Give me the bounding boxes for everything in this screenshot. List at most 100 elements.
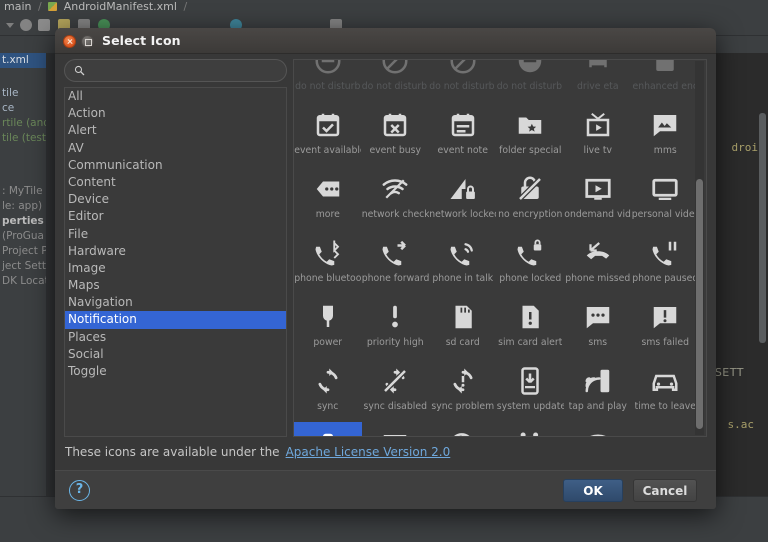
project-row[interactable]: Project P: [0, 244, 46, 259]
cancel-button[interactable]: Cancel: [633, 479, 697, 502]
system-update-icon: [513, 364, 547, 398]
category-item-av[interactable]: AV: [65, 140, 286, 157]
icon-cell-event-busy[interactable]: event busy: [362, 102, 430, 166]
icon-cell-wifi[interactable]: wifi: [564, 422, 632, 436]
dropdown-arrow-icon[interactable]: [6, 23, 14, 28]
icon-cell-no-encryption[interactable]: no encryption: [497, 166, 565, 230]
search-input[interactable]: [64, 59, 287, 82]
icon-cell-sd-card[interactable]: sd card: [429, 294, 497, 358]
project-row[interactable]: perties (: [0, 214, 46, 229]
icon-cell-drive-eta[interactable]: drive eta: [564, 60, 632, 102]
icon-cell-voice-chat[interactable]: voice chat: [362, 422, 430, 436]
sync-toolbar-icon[interactable]: [38, 19, 50, 31]
do-not-disturb-alt-icon: [378, 60, 412, 78]
close-icon[interactable]: [63, 35, 76, 48]
icon-cell-sync[interactable]: sync: [294, 358, 362, 422]
project-row[interactable]: t.xml: [0, 53, 46, 68]
project-row[interactable]: : MyTile: [0, 184, 46, 199]
editor-scrollbar[interactable]: [759, 113, 766, 343]
category-item-communication[interactable]: Communication: [65, 157, 286, 174]
category-item-social[interactable]: Social: [65, 346, 286, 363]
icon-cell-phone-missed[interactable]: phone missed: [564, 230, 632, 294]
category-item-hardware[interactable]: Hardware: [65, 243, 286, 260]
icon-cell-label: phone forward: [361, 273, 429, 284]
project-row[interactable]: ject Sett: [0, 259, 46, 274]
maximize-icon[interactable]: [81, 35, 94, 48]
project-row[interactable]: tile (test: [0, 131, 46, 146]
icon-cell-network-check[interactable]: network check: [362, 166, 430, 230]
breadcrumb-root[interactable]: main: [4, 0, 31, 13]
icon-cell-more[interactable]: more: [294, 166, 362, 230]
category-item-image[interactable]: Image: [65, 260, 286, 277]
wifi-icon: [581, 428, 615, 436]
icon-cell-do-not-disturb-on[interactable]: do not disturb on: [497, 60, 565, 102]
icon-cell-power[interactable]: power: [294, 294, 362, 358]
category-item-alert[interactable]: Alert: [65, 122, 286, 139]
icon-grid-panel[interactable]: do not disturb do not disturb alt do not…: [293, 59, 707, 437]
stop-icon[interactable]: [20, 19, 32, 31]
icon-cell-label: do not disturb off: [429, 81, 496, 92]
dialog-titlebar[interactable]: Select Icon: [55, 28, 716, 54]
icon-cell-phone-bluetooth[interactable]: phone bluetooth: [294, 230, 362, 294]
icon-cell-wc[interactable]: wc: [497, 422, 565, 436]
icon-cell-do-not-disturb-off[interactable]: do not disturb off: [429, 60, 497, 102]
mms-icon: [648, 108, 682, 142]
icon-cell-do-not-disturb[interactable]: do not disturb: [294, 60, 362, 102]
icon-cell-vpn-lock[interactable]: vpn lock: [429, 422, 497, 436]
icon-cell-personal-video[interactable]: personal video: [632, 166, 700, 230]
icon-cell-phone-locked[interactable]: phone locked: [497, 230, 565, 294]
help-icon[interactable]: ?: [69, 480, 90, 501]
ok-button[interactable]: OK: [563, 479, 623, 502]
icon-cell-sync-problem[interactable]: sync problem: [429, 358, 497, 422]
icon-cell-event-available[interactable]: event available: [294, 102, 362, 166]
icon-cell-sms[interactable]: sms: [564, 294, 632, 358]
icon-cell-phone-in-talk[interactable]: phone in talk: [429, 230, 497, 294]
category-item-all[interactable]: All: [65, 88, 286, 105]
project-row[interactable]: le: app): [0, 199, 46, 214]
icon-cell-phone-forward[interactable]: phone forward: [362, 230, 430, 294]
icon-cell-priority-high[interactable]: priority high: [362, 294, 430, 358]
icon-cell-sim-card-alert[interactable]: sim card alert: [497, 294, 565, 358]
icon-grid-scrollbar[interactable]: [695, 61, 704, 435]
category-item-file[interactable]: File: [65, 226, 286, 243]
category-item-maps[interactable]: Maps: [65, 277, 286, 294]
project-row[interactable]: (ProGua: [0, 229, 46, 244]
category-item-content[interactable]: Content: [65, 174, 286, 191]
icon-cell-sync-disabled[interactable]: sync disabled: [362, 358, 430, 422]
priority-high-icon: [378, 300, 412, 334]
project-tool-window[interactable]: t.xml tile ce rtile (and tile (test : My…: [0, 53, 46, 496]
category-item-action[interactable]: Action: [65, 105, 286, 122]
scrollbar-thumb[interactable]: [696, 179, 703, 429]
icon-cell-ondemand-video[interactable]: ondemand video: [564, 166, 632, 230]
icon-cell-label: network locked: [429, 209, 497, 220]
icon-cell-vibration[interactable]: vibration: [294, 422, 362, 436]
category-item-notification[interactable]: Notification: [65, 311, 286, 329]
project-row[interactable]: tile: [0, 86, 46, 101]
icon-cell-label: do not disturb: [295, 81, 361, 92]
category-item-device[interactable]: Device: [65, 191, 286, 208]
icon-cell-do-not-disturb-alt[interactable]: do not disturb alt: [362, 60, 430, 102]
breadcrumb-file[interactable]: AndroidManifest.xml: [64, 0, 177, 13]
icon-cell-system-update[interactable]: system update: [497, 358, 565, 422]
icon-cell-time-to-leave[interactable]: time to leave: [632, 358, 700, 422]
icon-cell-network-locked[interactable]: network locked: [429, 166, 497, 230]
icon-cell-mms[interactable]: mms: [632, 102, 700, 166]
apache-license-link[interactable]: Apache License Version 2.0: [286, 445, 451, 459]
icon-cell-enhanced-encryption[interactable]: enhanced enc: [632, 60, 700, 102]
icon-cell-sms-failed[interactable]: sms failed: [632, 294, 700, 358]
project-row[interactable]: ce: [0, 101, 46, 116]
icon-cell-phone-paused[interactable]: phone paused: [632, 230, 700, 294]
project-row[interactable]: DK Locati: [0, 274, 46, 289]
category-item-toggle[interactable]: Toggle: [65, 363, 286, 380]
category-item-navigation[interactable]: Navigation: [65, 294, 286, 311]
category-item-editor[interactable]: Editor: [65, 208, 286, 225]
icon-cell-event-note[interactable]: event note: [429, 102, 497, 166]
icon-cell-live-tv[interactable]: live tv: [564, 102, 632, 166]
project-row[interactable]: rtile (and: [0, 116, 46, 131]
icon-cell-folder-special[interactable]: folder special: [497, 102, 565, 166]
icon-cell-tap-and-play[interactable]: tap and play: [564, 358, 632, 422]
event-note-icon: [446, 108, 480, 142]
category-item-places[interactable]: Places: [65, 329, 286, 346]
category-list[interactable]: All Action Alert AV Communication Conten…: [64, 87, 287, 437]
icon-cell-label: no encryption: [498, 209, 563, 220]
